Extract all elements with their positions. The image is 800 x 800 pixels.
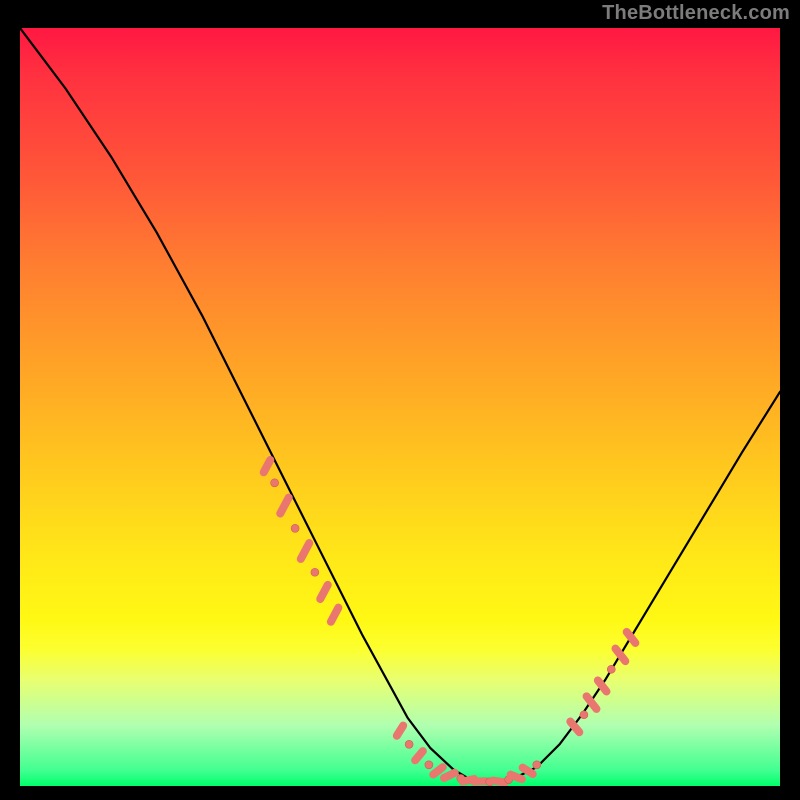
- curve-marker-dash: [397, 726, 403, 736]
- chart-svg: [20, 28, 780, 786]
- curve-marker-dash: [331, 608, 339, 622]
- curve-marker-dash: [523, 768, 533, 774]
- curve-marker-dash: [570, 722, 579, 733]
- curve-marker-dot: [291, 524, 299, 532]
- curve-marker-dash: [264, 460, 271, 472]
- marker-layer: [264, 460, 636, 786]
- curve-marker-dot: [607, 665, 615, 673]
- curve-marker-dot: [533, 761, 541, 769]
- curve-marker-dash: [511, 775, 522, 779]
- plot-area: [20, 28, 780, 786]
- watermark-text: TheBottleneck.com: [602, 2, 790, 25]
- curve-marker-dash: [415, 751, 423, 760]
- bottleneck-curve: [20, 28, 780, 782]
- curve-marker-dot: [311, 568, 319, 576]
- curve-marker-dash: [433, 767, 442, 774]
- chart-frame: TheBottleneck.com: [0, 0, 800, 800]
- curve-marker-dot: [425, 761, 433, 769]
- curve-marker-dash: [444, 773, 455, 778]
- curve-marker-dot: [271, 479, 279, 487]
- curve-marker-dash: [320, 585, 328, 599]
- curve-marker-dash: [301, 543, 309, 559]
- curve-marker-dot: [405, 740, 413, 748]
- curve-marker-dash: [493, 781, 505, 783]
- curve-marker-dot: [580, 711, 588, 719]
- curve-marker-dash: [280, 498, 288, 514]
